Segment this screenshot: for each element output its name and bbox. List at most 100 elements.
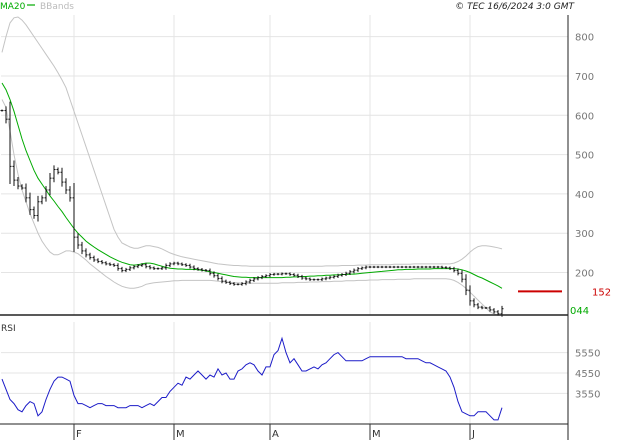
price-bar <box>200 268 204 272</box>
chart-canvas: 800 700 600 500 400 300 200 5550 4550 3550 F M A M J 15… <box>0 2 611 440</box>
price-bar <box>184 263 188 267</box>
price-bar <box>180 262 184 267</box>
price-bar <box>56 167 60 175</box>
price-bar <box>268 272 272 278</box>
price-bar <box>236 283 240 286</box>
price-bar <box>100 260 104 265</box>
price-bar <box>60 167 64 187</box>
bband-lower-line <box>1 99 502 316</box>
price-bar <box>380 265 384 269</box>
price-bar <box>368 265 372 269</box>
x-axis-tick-label: M <box>372 429 381 440</box>
price-bar <box>476 302 480 310</box>
ma20-layer <box>1 82 503 289</box>
price-bar <box>84 248 88 258</box>
price-bar <box>108 262 112 267</box>
legend: MA20 BBands <box>0 2 74 12</box>
price-bar <box>260 274 264 280</box>
price-bar <box>428 265 432 269</box>
price-bar <box>416 265 420 269</box>
price-bar <box>32 206 36 219</box>
price-bar <box>300 274 304 280</box>
price-bar <box>0 109 4 112</box>
price-axis-tick-label: 700 <box>575 72 594 83</box>
price-bar <box>96 258 100 264</box>
price-bar <box>148 265 152 270</box>
price-bar <box>132 265 136 270</box>
bollinger-bands-layer <box>1 16 503 316</box>
price-bar <box>420 265 424 269</box>
price-axis-tick-label: 600 <box>575 111 594 122</box>
price-bar <box>448 266 452 270</box>
price-bar <box>384 265 388 269</box>
price-bar <box>256 276 260 281</box>
price-bar <box>356 266 360 272</box>
price-bar <box>404 265 408 269</box>
price-bar <box>64 178 68 194</box>
price-bar <box>168 262 172 268</box>
axis-labels-layer: 800 700 600 500 400 300 200 5550 4550 3550 F M A M J 15… <box>73 33 611 440</box>
price-bar <box>412 265 416 269</box>
price-bar <box>316 278 320 281</box>
price-bar <box>276 273 280 276</box>
price-bar <box>120 266 124 273</box>
price-bar <box>152 266 156 270</box>
price-bar <box>332 275 336 279</box>
legend-ma20-label: MA20 <box>0 2 26 12</box>
price-bar <box>156 267 160 270</box>
price-bar <box>340 273 344 277</box>
price-bar <box>432 265 436 269</box>
price-bar <box>188 263 192 269</box>
x-axis-tick-label: M <box>176 429 185 440</box>
price-bar <box>464 274 468 296</box>
price-axis-tick-label: 200 <box>575 269 594 280</box>
price-axis-tick-label: 400 <box>575 190 594 201</box>
price-bar <box>372 265 376 269</box>
price-bar <box>272 272 276 276</box>
price-bar <box>308 277 312 281</box>
price-bar <box>172 261 176 266</box>
price-bar <box>408 265 412 269</box>
price-bar <box>128 266 132 272</box>
price-bar <box>376 265 380 269</box>
price-bar <box>92 255 96 262</box>
price-bar <box>436 265 440 269</box>
frame-layer <box>0 15 569 440</box>
price-bar <box>220 276 224 284</box>
rsi-layer <box>1 336 503 421</box>
rsi-title: RSI <box>1 324 16 334</box>
price-bar <box>80 241 84 255</box>
price-bar <box>320 277 324 281</box>
price-bar <box>48 172 52 196</box>
rsi-line <box>1 336 503 421</box>
price-bar <box>8 101 12 184</box>
price-bar <box>452 266 456 273</box>
bband-upper-line <box>1 16 503 267</box>
price-bar <box>292 273 296 277</box>
price-bar <box>36 195 40 222</box>
rsi-axis-tick-label: 4550 <box>575 369 600 380</box>
copyright-text: © TEC 16/6/2024 3:0 GMT <box>455 2 575 12</box>
price-bar <box>324 276 328 281</box>
price-axis-tick-label: 800 <box>575 33 594 44</box>
min-value-label: 044 <box>570 306 589 317</box>
x-axis-tick-label: A <box>272 429 279 440</box>
price-bar <box>40 195 44 205</box>
price-axis-tick-label: 500 <box>575 151 594 162</box>
price-axis-tick-label: 300 <box>575 229 594 240</box>
price-bar <box>216 273 220 281</box>
price-bar <box>304 276 308 281</box>
price-bars-layer <box>0 101 504 317</box>
price-bar <box>312 278 316 281</box>
price-bar <box>360 266 364 270</box>
x-axis-tick-label: F <box>76 429 82 440</box>
price-bar <box>72 182 76 253</box>
price-bar <box>472 298 476 308</box>
price-bar <box>104 261 108 266</box>
price-bar <box>116 263 120 271</box>
price-bar <box>76 233 80 249</box>
price-bar <box>424 265 428 269</box>
price-bar <box>396 265 400 269</box>
price-bar <box>480 305 484 310</box>
price-bar <box>124 267 128 273</box>
